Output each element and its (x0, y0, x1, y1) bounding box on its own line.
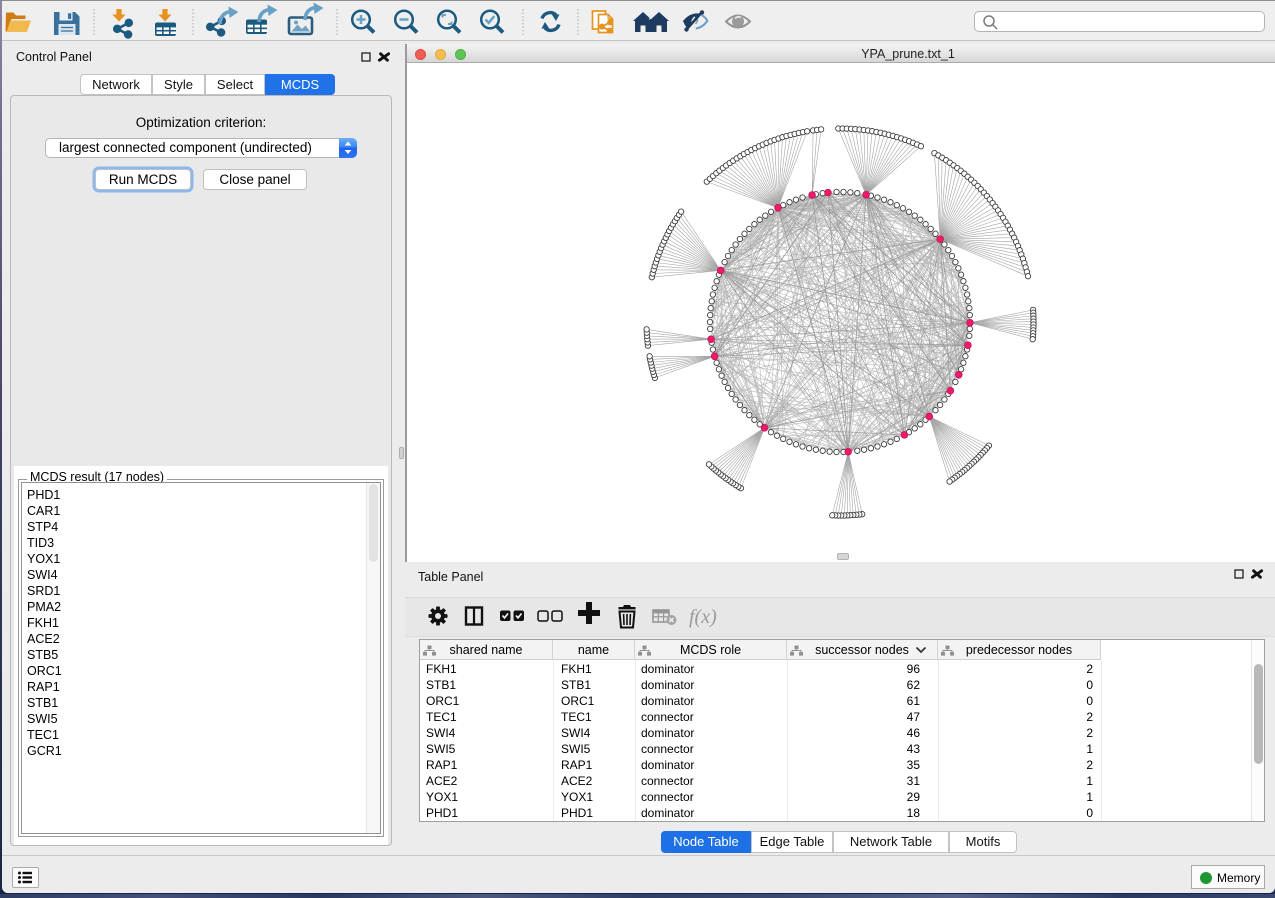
svg-text:f(x): f(x) (689, 606, 717, 628)
